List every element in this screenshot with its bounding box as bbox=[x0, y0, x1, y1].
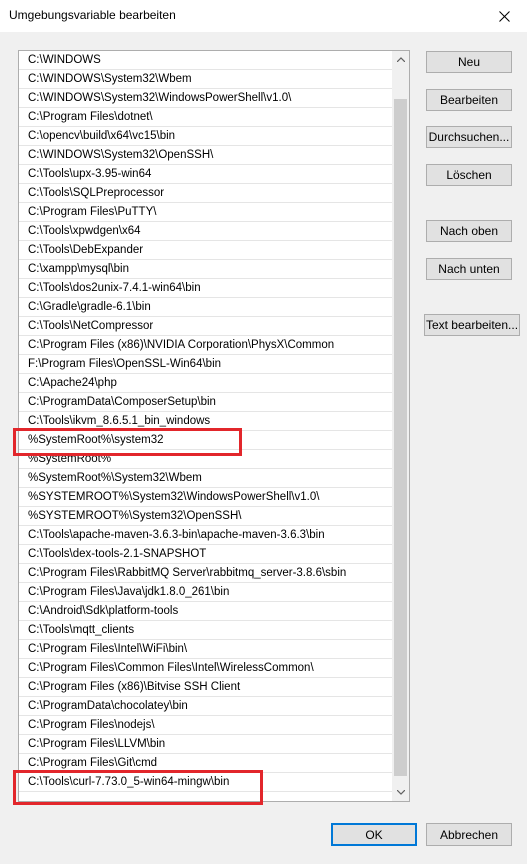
path-row[interactable]: %SystemRoot%\System32\Wbem bbox=[19, 469, 393, 488]
edit-text-button-label: Text bearbeiten... bbox=[425, 318, 519, 332]
close-button[interactable] bbox=[489, 4, 519, 28]
path-row[interactable]: C:\Program Files\Git\cmd bbox=[19, 754, 393, 773]
path-row[interactable]: C:\Tools\ikvm_8.6.5.1_bin_windows bbox=[19, 412, 393, 431]
path-row[interactable]: %SystemRoot%\system32 bbox=[19, 431, 393, 450]
edit-button[interactable]: Bearbeiten bbox=[426, 89, 512, 111]
cancel-button[interactable]: Abbrechen bbox=[426, 823, 512, 846]
path-row[interactable]: C:\WINDOWS\System32\OpenSSH\ bbox=[19, 146, 393, 165]
edit-button-label: Bearbeiten bbox=[439, 93, 499, 107]
path-row[interactable]: C:\Tools\NetCompressor bbox=[19, 317, 393, 336]
path-row[interactable]: C:\Apache24\php bbox=[19, 374, 393, 393]
delete-button-label: Löschen bbox=[446, 168, 492, 182]
scroll-up-button[interactable] bbox=[392, 51, 409, 68]
edit-text-button[interactable]: Text bearbeiten... bbox=[424, 314, 520, 336]
path-row[interactable]: C:\Tools\SQLPreprocessor bbox=[19, 184, 393, 203]
path-row[interactable]: C:\Program Files\nodejs\ bbox=[19, 716, 393, 735]
move-up-button-label: Nach oben bbox=[439, 224, 499, 238]
path-list[interactable]: C:\WINDOWS C:\WINDOWS\System32\Wbem C:\WIN… bbox=[18, 50, 410, 802]
path-row[interactable]: C:\WINDOWS\System32\Wbem bbox=[19, 70, 393, 89]
path-row[interactable]: C:\Tools\curl-7.73.0_5-win64-mingw\bin bbox=[19, 773, 393, 792]
path-row[interactable]: C:\Android\Sdk\platform-tools bbox=[19, 602, 393, 621]
path-row[interactable]: %SystemRoot% bbox=[19, 450, 393, 469]
path-row[interactable]: C:\Program Files\Common Files\Intel\Wire… bbox=[19, 659, 393, 678]
path-row[interactable]: C:\Tools\mqtt_clients bbox=[19, 621, 393, 640]
path-row[interactable]: C:\Tools\dex-tools-2.1-SNAPSHOT bbox=[19, 545, 393, 564]
path-row[interactable]: %SYSTEMROOT%\System32\WindowsPowerShell\… bbox=[19, 488, 393, 507]
chevron-up-icon bbox=[396, 57, 405, 62]
path-row[interactable]: C:\xampp\mysql\bin bbox=[19, 260, 393, 279]
path-list-items: C:\WINDOWS C:\WINDOWS\System32\Wbem C:\WIN… bbox=[19, 51, 393, 792]
path-row[interactable]: C:\Program Files (x86)\NVIDIA Corporatio… bbox=[19, 336, 393, 355]
scrollbar[interactable] bbox=[392, 51, 409, 801]
path-row[interactable]: C:\WINDOWS bbox=[19, 51, 393, 70]
window-title: Umgebungsvariable bearbeiten bbox=[9, 8, 176, 22]
path-row[interactable]: C:\Tools\upx-3.95-win64 bbox=[19, 165, 393, 184]
path-row[interactable]: C:\Tools\xpwdgen\x64 bbox=[19, 222, 393, 241]
path-row[interactable]: C:\Program Files\Intel\WiFi\bin\ bbox=[19, 640, 393, 659]
new-button[interactable]: Neu bbox=[426, 51, 512, 73]
path-row[interactable]: %SYSTEMROOT%\System32\OpenSSH\ bbox=[19, 507, 393, 526]
path-row[interactable]: C:\ProgramData\ComposerSetup\bin bbox=[19, 393, 393, 412]
path-row[interactable]: C:\Tools\dos2unix-7.4.1-win64\bin bbox=[19, 279, 393, 298]
move-down-button[interactable]: Nach unten bbox=[426, 258, 512, 280]
move-up-button[interactable]: Nach oben bbox=[426, 220, 512, 242]
path-row[interactable]: C:\opencv\build\x64\vc15\bin bbox=[19, 127, 393, 146]
path-row[interactable]: C:\Program Files (x86)\Bitvise SSH Clien… bbox=[19, 678, 393, 697]
path-row[interactable]: C:\Program Files\Java\jdk1.8.0_261\bin bbox=[19, 583, 393, 602]
close-icon bbox=[498, 10, 510, 22]
chevron-down-icon bbox=[396, 790, 405, 795]
path-row[interactable]: C:\Gradle\gradle-6.1\bin bbox=[19, 298, 393, 317]
delete-button[interactable]: Löschen bbox=[426, 164, 512, 186]
ok-button-label: OK bbox=[365, 827, 383, 842]
path-row[interactable]: C:\Program Files\RabbitMQ Server\rabbitm… bbox=[19, 564, 393, 583]
path-row[interactable]: C:\Program Files\dotnet\ bbox=[19, 108, 393, 127]
browse-button[interactable]: Durchsuchen... bbox=[426, 126, 512, 148]
browse-button-label: Durchsuchen... bbox=[428, 130, 510, 144]
path-row[interactable]: C:\Program Files\LLVM\bin bbox=[19, 735, 393, 754]
cancel-button-label: Abbrechen bbox=[439, 827, 499, 842]
ok-button[interactable]: OK bbox=[331, 823, 417, 846]
new-button-label: Neu bbox=[457, 55, 480, 69]
path-row[interactable]: C:\Program Files\PuTTY\ bbox=[19, 203, 393, 222]
path-row[interactable]: C:\Tools\DebExpander bbox=[19, 241, 393, 260]
path-row[interactable]: C:\WINDOWS\System32\WindowsPowerShell\v1… bbox=[19, 89, 393, 108]
move-down-button-label: Nach unten bbox=[438, 262, 500, 276]
path-row[interactable]: C:\Tools\apache-maven-3.6.3-bin\apache-m… bbox=[19, 526, 393, 545]
scrollbar-thumb[interactable] bbox=[394, 99, 407, 776]
path-row[interactable]: F:\Program Files\OpenSSL-Win64\bin bbox=[19, 355, 393, 374]
path-row[interactable]: C:\ProgramData\chocolatey\bin bbox=[19, 697, 393, 716]
title-bar: Umgebungsvariable bearbeiten bbox=[0, 0, 527, 32]
scroll-down-button[interactable] bbox=[392, 784, 409, 801]
